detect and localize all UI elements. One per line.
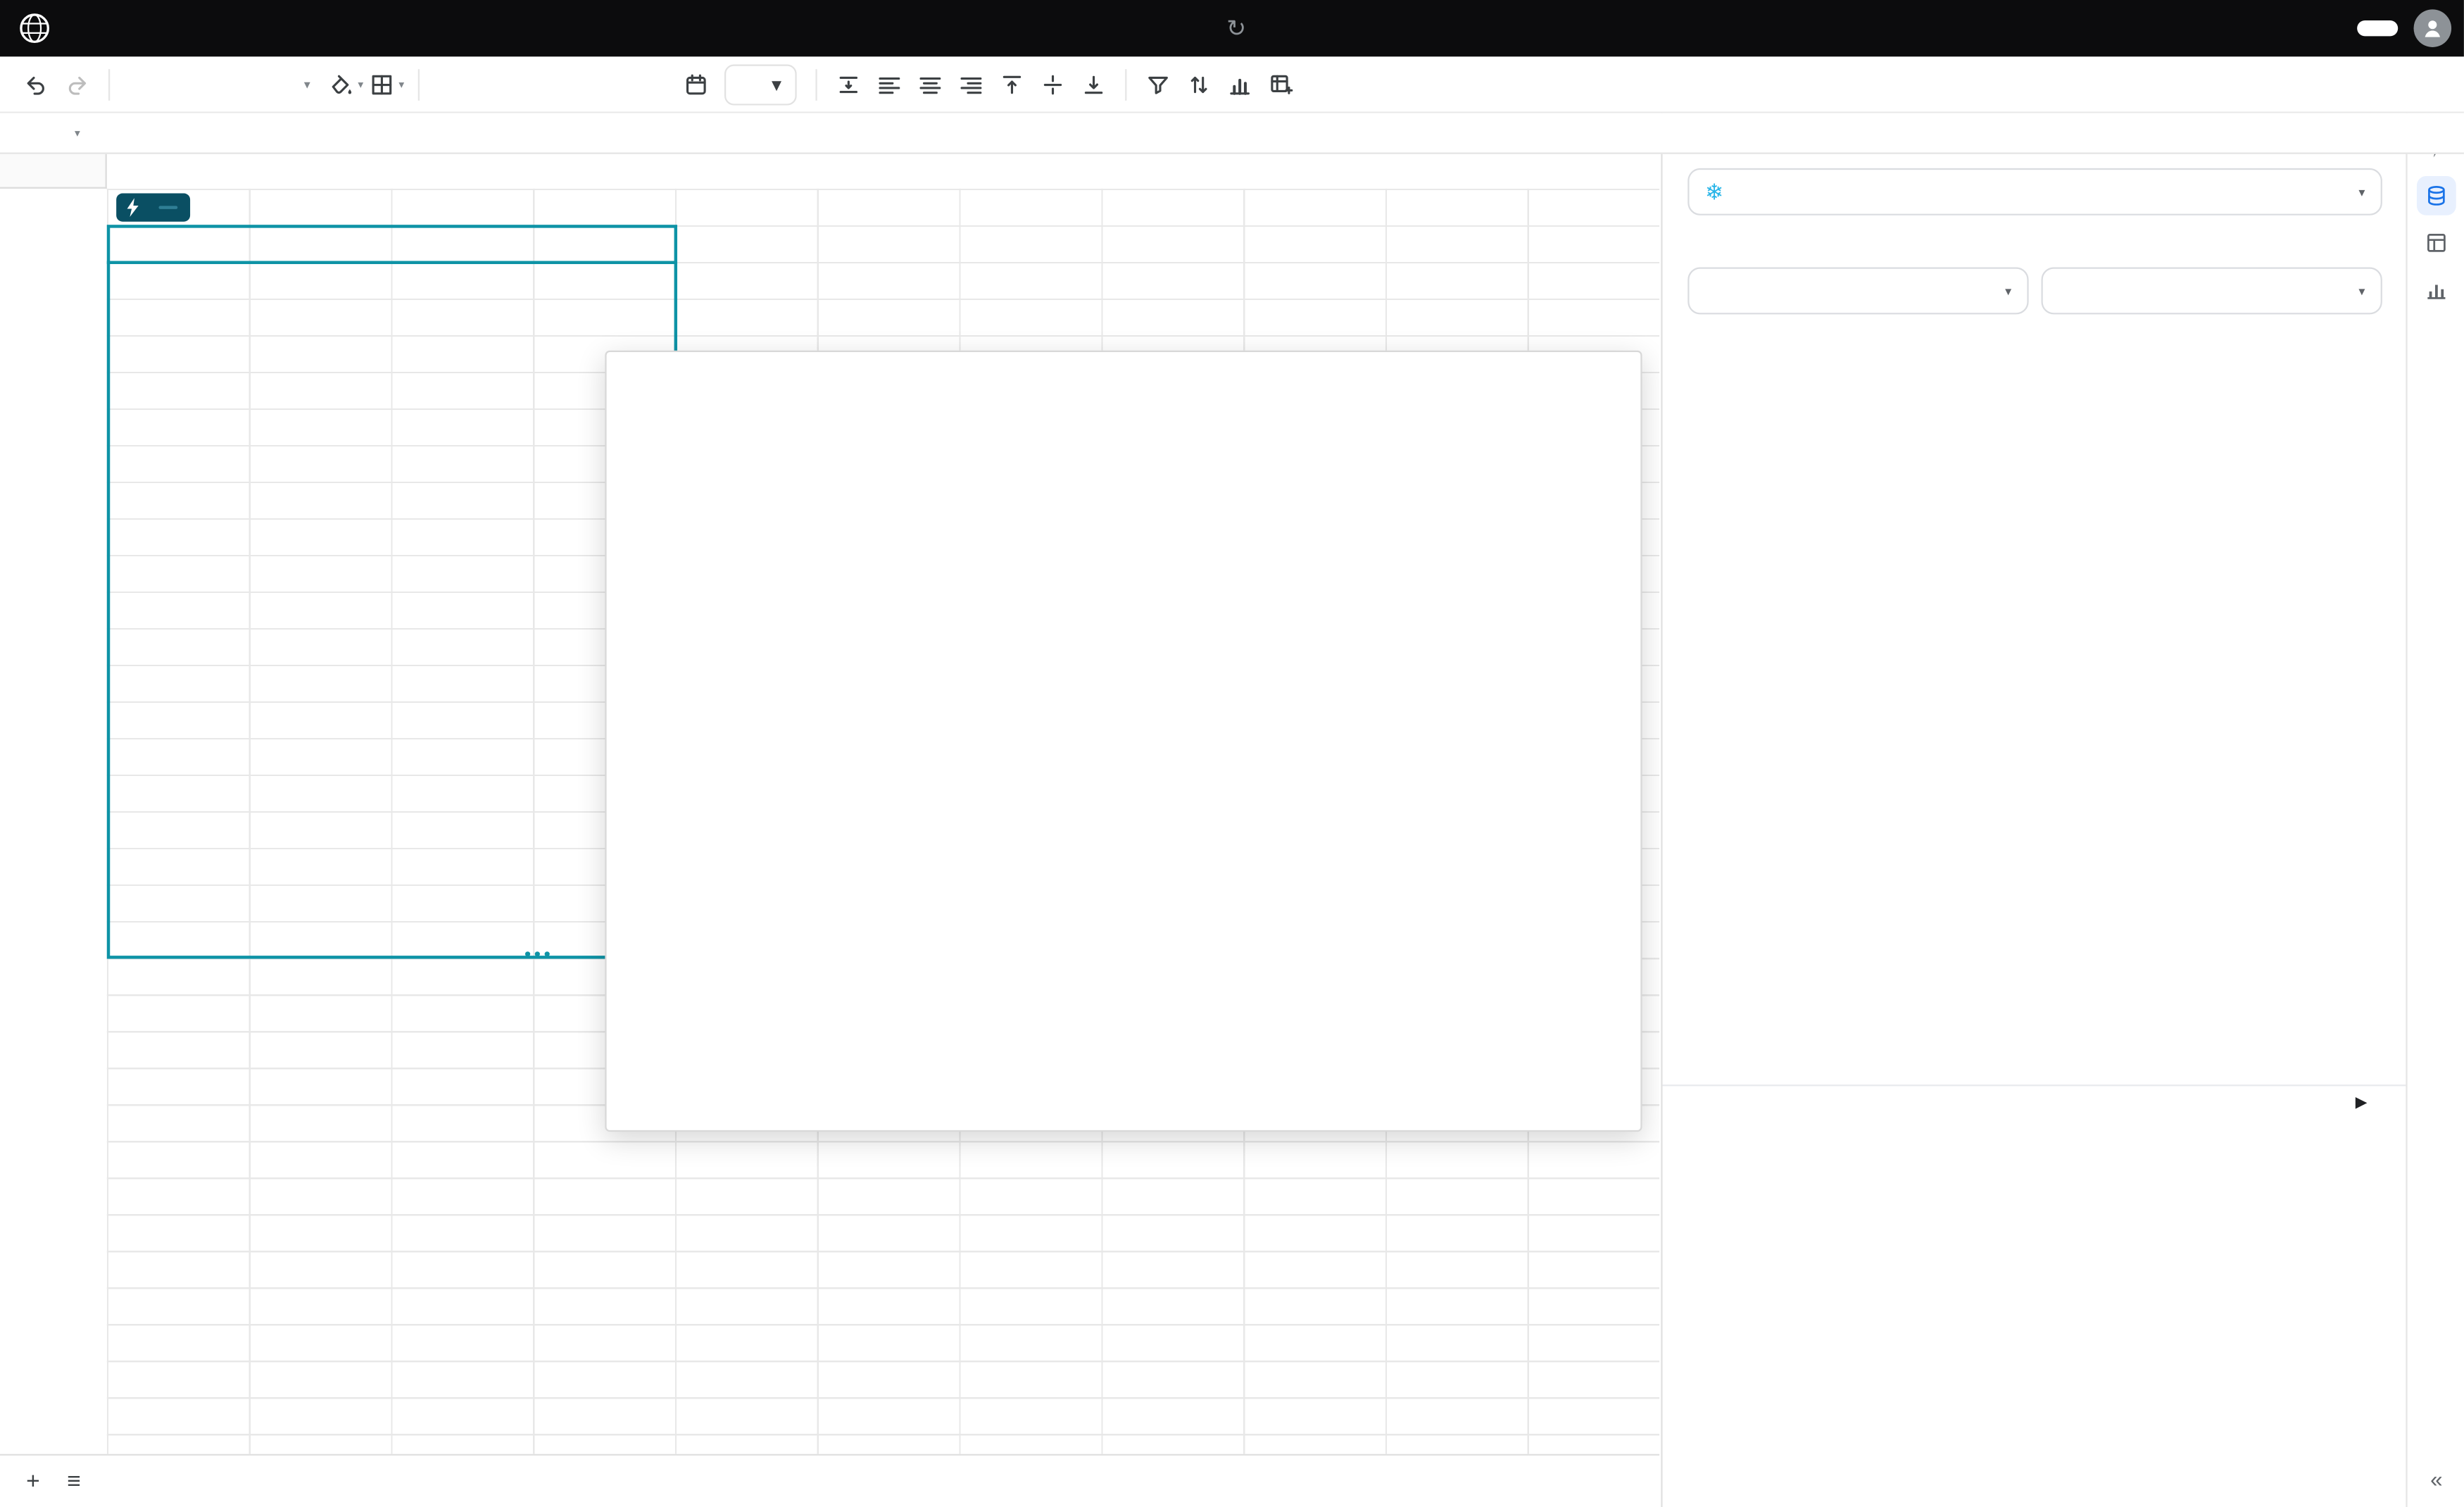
person-icon bbox=[2420, 15, 2445, 41]
source-select[interactable]: ❄ ▾ bbox=[1687, 168, 2382, 215]
chevron-down-icon: ▾ bbox=[75, 127, 80, 139]
valign-bottom-button[interactable] bbox=[1075, 63, 1113, 104]
data-table-icon[interactable] bbox=[2417, 223, 2456, 263]
connections-icon[interactable] bbox=[2417, 176, 2456, 215]
chart-panel-icon[interactable] bbox=[2417, 270, 2456, 310]
text-color-button[interactable]: ▾ bbox=[286, 63, 324, 104]
decrease-decimals-button[interactable] bbox=[514, 63, 552, 104]
chevron-down-icon: ▾ bbox=[2358, 185, 2365, 199]
app-window: ↻ ▾ ▾ ▾ ▾ bbox=[0, 0, 2464, 1507]
strikethrough-button[interactable] bbox=[245, 63, 283, 104]
number-format-dropdown[interactable]: ▾ bbox=[724, 63, 797, 104]
menu-edit[interactable] bbox=[102, 0, 137, 56]
top-menu-bar: ↻ bbox=[0, 0, 2464, 56]
lightning-icon bbox=[126, 198, 140, 217]
tab-sheet2[interactable] bbox=[142, 1455, 189, 1507]
spreadsheet-grid[interactable]: ••• bbox=[0, 154, 1659, 1454]
schema-select[interactable]: ▾ bbox=[2041, 267, 2382, 314]
app-logo-icon[interactable] bbox=[18, 11, 52, 46]
tab-sheet1[interactable] bbox=[94, 1455, 142, 1507]
run-query-button[interactable]: ▶ bbox=[2356, 1096, 2377, 1110]
redo-button[interactable] bbox=[58, 63, 96, 104]
filter-button[interactable] bbox=[1140, 63, 1178, 104]
menu-help[interactable] bbox=[206, 0, 240, 56]
grid-corner[interactable] bbox=[0, 154, 107, 189]
toolbar-divider bbox=[418, 68, 420, 100]
add-sheet-button[interactable]: + bbox=[13, 1461, 54, 1502]
underline-button[interactable] bbox=[204, 63, 242, 104]
bold-button[interactable] bbox=[122, 63, 161, 104]
sheet-tab-bar: + ≡ bbox=[0, 1454, 1659, 1507]
text-format-button[interactable] bbox=[636, 63, 674, 104]
percent-format-button[interactable] bbox=[473, 63, 511, 104]
connected-table-badge[interactable] bbox=[116, 194, 190, 222]
sheet-list-button[interactable]: ≡ bbox=[54, 1461, 94, 1502]
format-toolbar: ▾ ▾ ▾ ▾ bbox=[0, 56, 2464, 113]
share-button[interactable] bbox=[2357, 20, 2398, 36]
cell-name-box[interactable]: ▾ bbox=[0, 127, 91, 139]
borders-button[interactable]: ▾ bbox=[367, 63, 406, 104]
menu-data[interactable] bbox=[137, 0, 171, 56]
align-left-button[interactable] bbox=[871, 63, 909, 104]
formula-input[interactable] bbox=[135, 113, 2464, 153]
number-format-button[interactable] bbox=[596, 63, 634, 104]
chevron-down-icon: ▾ bbox=[2358, 284, 2365, 298]
table-resize-handle[interactable]: ••• bbox=[514, 944, 564, 963]
menu-file[interactable] bbox=[68, 0, 102, 56]
chart-card[interactable] bbox=[605, 351, 1642, 1132]
toolbar-divider bbox=[816, 68, 817, 100]
sort-button[interactable] bbox=[1181, 63, 1219, 104]
undo-button[interactable] bbox=[18, 63, 56, 104]
increase-decimals-button[interactable] bbox=[555, 63, 593, 104]
fill-color-button[interactable]: ▾ bbox=[327, 63, 365, 104]
valign-top-button[interactable] bbox=[993, 63, 1031, 104]
date-format-button[interactable] bbox=[677, 63, 715, 104]
align-center-button[interactable] bbox=[912, 63, 950, 104]
sync-icon[interactable]: ↻ bbox=[1226, 16, 1246, 39]
collapse-panel-icon[interactable]: « bbox=[2417, 1458, 2456, 1498]
badge-row-count bbox=[158, 206, 177, 208]
insert-chart-button[interactable] bbox=[1221, 63, 1259, 104]
chevron-down-icon: ▾ bbox=[2005, 284, 2011, 298]
menu-view[interactable] bbox=[171, 0, 206, 56]
connected-table-panel: ❄ ▾ ▾ ▾ ▶ bbox=[1661, 56, 2406, 1507]
insert-table-button[interactable] bbox=[1262, 63, 1300, 104]
console-divider bbox=[1663, 1084, 2408, 1086]
play-icon: ▶ bbox=[2356, 1096, 2366, 1110]
align-right-button[interactable] bbox=[953, 63, 991, 104]
valign-middle-button[interactable] bbox=[1034, 63, 1072, 104]
tab-sheet3[interactable] bbox=[189, 1455, 236, 1507]
text-overflow-button[interactable] bbox=[830, 63, 868, 104]
italic-button[interactable] bbox=[163, 63, 201, 104]
toolbar-divider bbox=[1126, 68, 1127, 100]
snowflake-icon: ❄ bbox=[1705, 181, 1723, 203]
formula-bar: ▾ bbox=[0, 113, 2464, 154]
user-avatar[interactable] bbox=[2414, 9, 2452, 47]
currency-format-button[interactable] bbox=[432, 63, 470, 104]
database-select[interactable]: ▾ bbox=[1687, 267, 2028, 314]
toolbar-divider bbox=[108, 68, 110, 100]
right-icon-rail: </> « bbox=[2406, 56, 2464, 1507]
chart-svg bbox=[607, 352, 1644, 1133]
